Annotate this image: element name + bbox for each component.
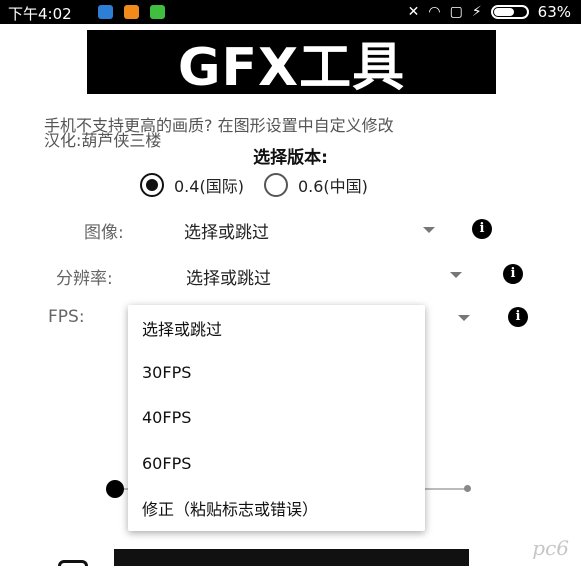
mute-icon: ✕: [407, 4, 420, 20]
radio-label: 0.6(中国): [297, 177, 368, 196]
checkbox[interactable]: [58, 560, 88, 566]
info-icon[interactable]: i: [472, 219, 492, 239]
slider-thumb[interactable]: [106, 480, 124, 498]
chevron-down-icon[interactable]: [458, 315, 470, 321]
radio-label: 0.4(国际): [174, 177, 244, 196]
header-banner: GFX工具: [87, 30, 496, 98]
info-icon[interactable]: i: [503, 264, 523, 284]
dropdown-item[interactable]: 40FPS: [128, 395, 425, 440]
battery-percent: 63%: [537, 3, 571, 21]
resolution-select[interactable]: 选择或跳过: [186, 264, 271, 289]
fps-label: FPS:: [48, 307, 85, 327]
chevron-down-icon[interactable]: [423, 227, 435, 233]
radio-option-international[interactable]: 0.4(国际): [140, 173, 244, 197]
fps-dropdown-menu: 选择或跳过 30FPS 40FPS 60FPS 修正（粘贴标志或错误）: [128, 305, 425, 531]
status-time: 下午4:02: [8, 5, 72, 23]
action-button[interactable]: [114, 549, 469, 566]
chevron-down-icon[interactable]: [450, 272, 462, 278]
image-select[interactable]: 选择或跳过: [184, 218, 269, 243]
app-title: GFX工具: [177, 37, 406, 98]
app-icon: [150, 5, 165, 19]
image-label: 图像:: [84, 223, 124, 243]
sim-icon: ▢: [449, 4, 463, 20]
mail-icon: [98, 5, 113, 19]
charging-icon: ⚡: [471, 4, 482, 20]
app-icon: [124, 5, 139, 19]
resolution-label: 分辨率:: [56, 269, 113, 289]
dropdown-item[interactable]: 修正（粘贴标志或错误）: [128, 486, 425, 531]
slider-end-dot: [464, 485, 471, 492]
radio-button[interactable]: [263, 173, 288, 197]
status-right: ✕ ◠ ▢ ⚡ 63%: [408, 3, 571, 21]
dropdown-item[interactable]: 选择或跳过: [128, 305, 425, 350]
watermark: pc6: [532, 536, 569, 560]
battery-icon: [490, 5, 529, 19]
version-radio-group: 0.4(国际) 0.6(中国): [140, 173, 388, 197]
radio-option-china[interactable]: 0.6(中国): [263, 173, 368, 197]
dropdown-item[interactable]: 30FPS: [128, 350, 425, 395]
dropdown-item[interactable]: 60FPS: [128, 441, 425, 486]
status-bar: 下午4:02 ✕ ◠ ▢ ⚡ 63%: [0, 0, 581, 24]
info-icon[interactable]: i: [508, 307, 528, 327]
wifi-icon: ◠: [428, 4, 441, 20]
version-heading: 选择版本:: [253, 148, 328, 168]
radio-button-checked[interactable]: [140, 173, 164, 197]
battery-fill: [493, 8, 514, 16]
